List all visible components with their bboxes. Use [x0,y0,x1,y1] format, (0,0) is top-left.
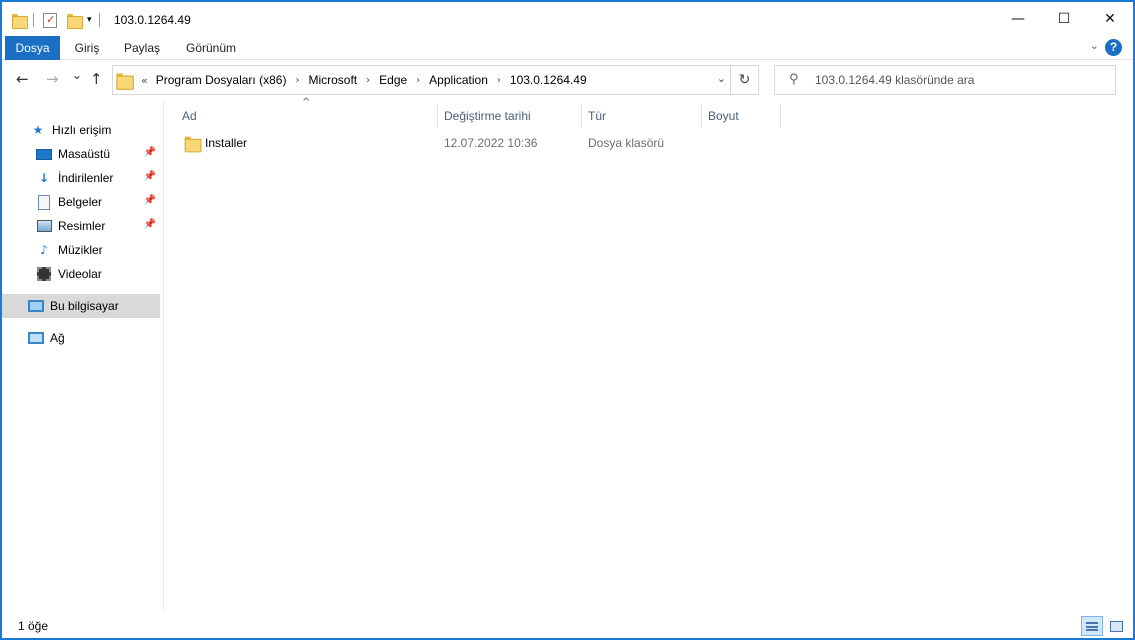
breadcrumb-separator[interactable]: › [295,75,299,86]
sidebar-item-label: Videolar [58,267,102,281]
pictures-icon [36,218,52,234]
navigation-pane: ★ Hızlı erişim Masaüstü 📌 ↓ İndirilenler… [2,100,164,610]
recent-locations-button[interactable]: ⌄ [72,68,82,82]
customize-toolbar-icon[interactable]: ▾ [87,15,92,25]
table-row[interactable]: Installer 12.07.2022 10:36 Dosya klasörü [181,132,781,154]
sidebar-item-label: Hızlı erişim [52,123,112,137]
sidebar-item-this-pc[interactable]: Bu bilgisayar [2,294,160,318]
sidebar-item-label: Belgeler [58,195,103,209]
sidebar-item-label: Masaüstü [58,147,111,161]
refresh-button[interactable]: ↻ [730,66,758,94]
breadcrumb: « Program Dosyaları (x86) › Microsoft › … [137,73,587,87]
folder-icon[interactable] [12,13,28,29]
window-title: 103.0.1264.49 [114,13,191,27]
breadcrumb-item[interactable]: Edge [379,73,407,87]
breadcrumb-item[interactable]: 103.0.1264.49 [510,73,587,87]
overflow-crumbs-button[interactable]: « [141,74,148,87]
pin-icon[interactable]: 📌 [144,219,156,230]
downloads-icon: ↓ [38,171,50,185]
address-history-icon[interactable]: ⌄ [717,72,726,85]
search-box[interactable]: ⚲ [774,65,1116,95]
close-button[interactable]: ✕ [1087,2,1133,36]
desktop-icon [36,146,52,162]
quick-access-toolbar: ▾ [12,10,107,30]
pin-icon[interactable]: 📌 [144,171,156,182]
folder-icon [116,72,134,90]
pin-icon[interactable]: 📌 [144,195,156,206]
back-button[interactable]: ← [16,70,29,88]
sidebar-item-desktop[interactable]: Masaüstü 📌 [2,142,160,166]
breadcrumb-separator[interactable]: › [497,75,501,86]
sidebar-item-label: Resimler [58,219,106,233]
status-bar: 1 öğe [2,614,1133,638]
videos-icon [36,266,52,282]
file-name: Installer [205,136,248,150]
tab-home[interactable]: Giriş [66,36,108,60]
sidebar-item-music[interactable]: ♪ Müzikler [2,238,160,262]
tab-view[interactable]: Görünüm [180,36,242,60]
column-header-size[interactable]: Boyut [702,104,781,128]
up-button[interactable]: ↑ [90,70,103,88]
file-list: ^ Ad Değiştirme tarihi Tür Boyut Install… [165,97,1133,610]
help-icon[interactable]: ? [1105,39,1122,56]
expand-ribbon-icon[interactable]: ⌄ [1090,39,1099,52]
sidebar-item-pictures[interactable]: Resimler 📌 [2,214,160,238]
search-input[interactable] [815,71,1105,89]
column-header-name[interactable]: Ad [176,104,438,128]
toolbar-separator [33,13,34,27]
sidebar-item-label: Ağ [50,331,65,345]
pin-icon[interactable]: 📌 [144,147,156,158]
computer-icon [28,298,44,314]
breadcrumb-separator[interactable]: › [366,75,370,86]
documents-icon [36,194,52,210]
new-folder-icon[interactable] [67,13,83,29]
item-count: 1 öğe [18,619,49,633]
sidebar-item-label: Bu bilgisayar [50,299,119,313]
sidebar-item-documents[interactable]: Belgeler 📌 [2,190,160,214]
column-header-date[interactable]: Değiştirme tarihi [438,104,582,128]
file-date: 12.07.2022 10:36 [444,136,538,150]
search-icon: ⚲ [789,72,799,87]
sidebar-item-videos[interactable]: Videolar [2,262,160,286]
minimize-button[interactable]: — [995,2,1041,36]
properties-icon[interactable] [43,12,57,28]
star-icon: ★ [32,123,44,137]
explorer-window: ▾ 103.0.1264.49 — ☐ ✕ Dosya Giriş Paylaş… [1,1,1134,639]
folder-icon [184,136,202,152]
breadcrumb-item[interactable]: Application [429,73,488,87]
details-view-button[interactable] [1081,616,1103,636]
breadcrumb-item[interactable]: Microsoft [308,73,357,87]
large-icons-view-icon [1110,621,1123,632]
toolbar-separator [98,13,100,27]
breadcrumb-separator[interactable]: › [416,75,420,86]
maximize-button[interactable]: ☐ [1041,2,1087,36]
tab-file[interactable]: Dosya [5,36,60,60]
sidebar-item-label: İndirilenler [58,171,114,185]
sidebar-item-label: Müzikler [58,243,103,257]
tab-share[interactable]: Paylaş [118,36,166,60]
title-bar: ▾ 103.0.1264.49 — ☐ ✕ [2,2,1133,36]
address-bar[interactable]: « Program Dosyaları (x86) › Microsoft › … [112,65,759,95]
column-header-type[interactable]: Tür [582,104,702,128]
details-view-icon [1086,622,1098,631]
large-icons-view-button[interactable] [1105,616,1127,636]
sidebar-item-downloads[interactable]: ↓ İndirilenler 📌 [2,166,160,190]
file-type: Dosya klasörü [588,136,665,150]
forward-button[interactable]: → [46,70,59,88]
music-icon: ♪ [40,243,48,257]
navigation-bar: ← → ⌄ ↑ « Program Dosyaları (x86) › Micr… [2,60,1133,100]
breadcrumb-item[interactable]: Program Dosyaları (x86) [156,73,287,87]
network-icon [28,330,44,346]
ribbon: Dosya Giriş Paylaş Görünüm ⌄ ? [2,36,1133,60]
sidebar-item-network[interactable]: Ağ [2,326,160,350]
sidebar-item-quick-access[interactable]: ★ Hızlı erişim [2,118,160,142]
